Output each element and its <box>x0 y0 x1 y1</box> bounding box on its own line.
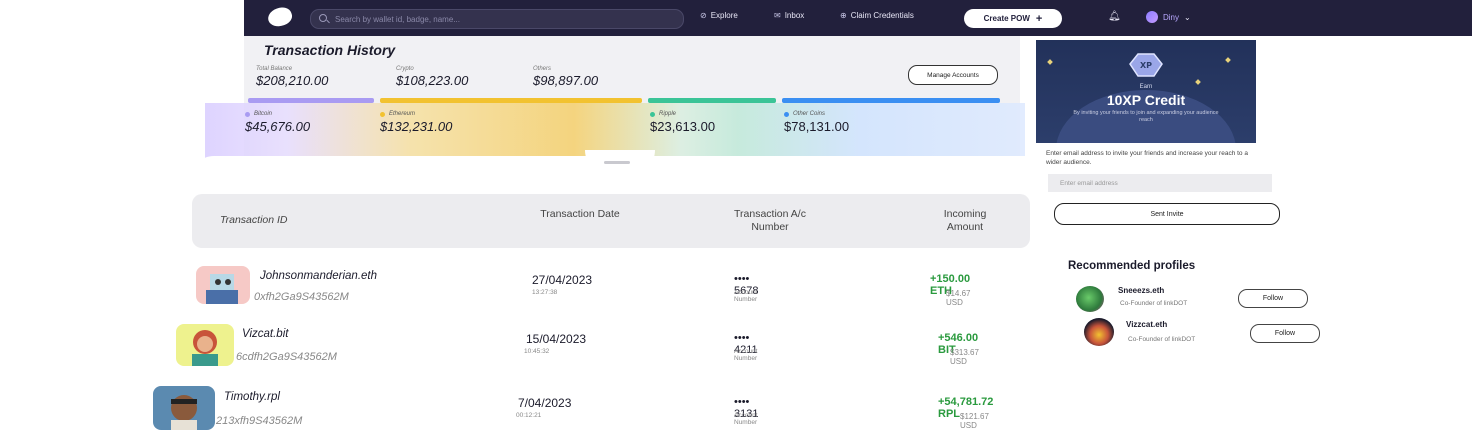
search-icon <box>319 14 329 24</box>
nav-claim-credentials[interactable]: ⊕ Claim Credentials <box>840 11 914 20</box>
balance-total: Total Balance $208,210.00 <box>256 66 329 88</box>
row-date: 7/04/2023 <box>518 396 572 410</box>
profile-name: Sneeezs.eth <box>1118 286 1165 295</box>
chevron-down-icon: ⌄ <box>1184 12 1191 22</box>
create-pow-button[interactable]: Create POW + <box>964 9 1062 28</box>
avatar <box>176 324 234 366</box>
app-screen: Search by wallet id, badge, name... ⊘ Ex… <box>0 0 1472 444</box>
profile-name: Vizzcat.eth <box>1126 320 1168 329</box>
inbox-icon: ✉ <box>774 11 781 20</box>
ripple-dot-icon <box>650 111 655 117</box>
coin-ethereum: Ethereum $132,231.00 <box>380 111 453 134</box>
avatar <box>1084 318 1114 346</box>
sparkle-icon <box>1047 59 1053 65</box>
balance-crypto: Crypto $108,223.00 <box>396 66 469 88</box>
table-header <box>192 194 1030 248</box>
balance-others: Others $98,897.00 <box>533 66 599 88</box>
compass-icon: ⊘ <box>700 11 707 20</box>
bell-icon[interactable]: 🔔︎ <box>1108 11 1121 22</box>
profile-role: Co-Founder of linkDOT <box>1128 336 1196 343</box>
promo-card[interactable]: XP Earn 10XP Credit By inviting your fri… <box>1036 40 1256 143</box>
bitcoin-dot-icon <box>245 111 250 117</box>
credential-icon: ⊕ <box>840 11 847 20</box>
row-time: 13:27:38 <box>532 289 558 296</box>
row-usd: $121.67 USD <box>960 412 989 430</box>
coin-bitcoin: Bitcoin $45,676.00 <box>245 111 311 134</box>
manage-accounts-button[interactable]: Manage Accounts <box>908 65 998 85</box>
row-time: 00:12:21 <box>516 412 542 419</box>
row-name: Johnsonmanderian.eth <box>260 270 377 282</box>
plus-icon: + <box>1035 12 1043 25</box>
row-name: Timothy.rpl <box>224 391 280 403</box>
nft-avatar-icon <box>206 274 238 304</box>
row-time: 10:45:32 <box>524 348 550 355</box>
email-field[interactable]: Enter email address <box>1048 174 1272 192</box>
ethereum-dot-icon <box>380 111 385 117</box>
promo-earn: Earn <box>1139 84 1153 90</box>
recommended-profiles-title: Recommended profiles <box>1068 260 1196 272</box>
row-usd: $313.67 USD <box>950 348 979 366</box>
follow-button[interactable]: Follow <box>1250 324 1320 343</box>
invite-description: Enter email address to invite your frien… <box>1046 150 1248 166</box>
row-date: 27/04/2023 <box>532 273 593 287</box>
header-transaction-date: Transaction Date <box>540 208 620 220</box>
header-transaction-id: Transaction ID <box>220 214 288 226</box>
row-hash: 6cdfh2Ga9S43562M <box>236 351 337 363</box>
sparkle-icon <box>1225 57 1231 63</box>
row-account-label: Account Number <box>734 412 758 426</box>
sent-invite-button[interactable]: Sent Invite <box>1054 203 1280 225</box>
avatar <box>1076 286 1104 312</box>
avatar <box>1146 11 1158 23</box>
xp-badge-text: XP <box>1140 61 1152 70</box>
search-bar[interactable]: Search by wallet id, badge, name... <box>310 9 684 29</box>
header-account-number: Transaction A/c Number <box>734 208 806 233</box>
profile-role: Co-Founder of linkDOT <box>1120 300 1188 307</box>
xp-badge-icon: XP <box>1129 53 1163 77</box>
follow-button[interactable]: Follow <box>1238 289 1308 308</box>
header-incoming-amount: Incoming Amount <box>943 208 987 233</box>
row-usd: $14.67 USD <box>946 289 971 307</box>
nav-explore[interactable]: ⊘ Explore <box>700 11 738 20</box>
search-input[interactable]: Search by wallet id, badge, name... <box>335 15 460 24</box>
page-title: Transaction History <box>264 42 396 58</box>
promo-title: 10XP Credit <box>1106 92 1186 108</box>
promo-subtitle: By inviting your friends to join and exp… <box>1073 110 1219 123</box>
row-date: 15/04/2023 <box>526 332 587 346</box>
coin-ripple: Ripple $23,613.00 <box>650 111 716 134</box>
nft-avatar-icon <box>171 395 197 430</box>
row-name: Vizcat.bit <box>242 328 289 340</box>
avatar <box>153 386 215 430</box>
row-account-label: Account Number <box>734 348 758 362</box>
drag-handle[interactable] <box>604 161 630 164</box>
other-coins-dot-icon <box>784 111 789 117</box>
nav-inbox[interactable]: ✉ Inbox <box>774 11 804 20</box>
user-menu[interactable]: Diny ⌄ <box>1146 11 1191 23</box>
row-hash: 0xfh2Ga9S43562M <box>254 291 349 303</box>
avatar <box>196 266 250 304</box>
row-account-label: Account Number <box>734 289 758 303</box>
row-hash: 213xfh9S43562M <box>216 415 303 427</box>
nft-avatar-icon <box>192 330 218 366</box>
coin-other: Other Coins $78,131.00 <box>784 111 850 134</box>
